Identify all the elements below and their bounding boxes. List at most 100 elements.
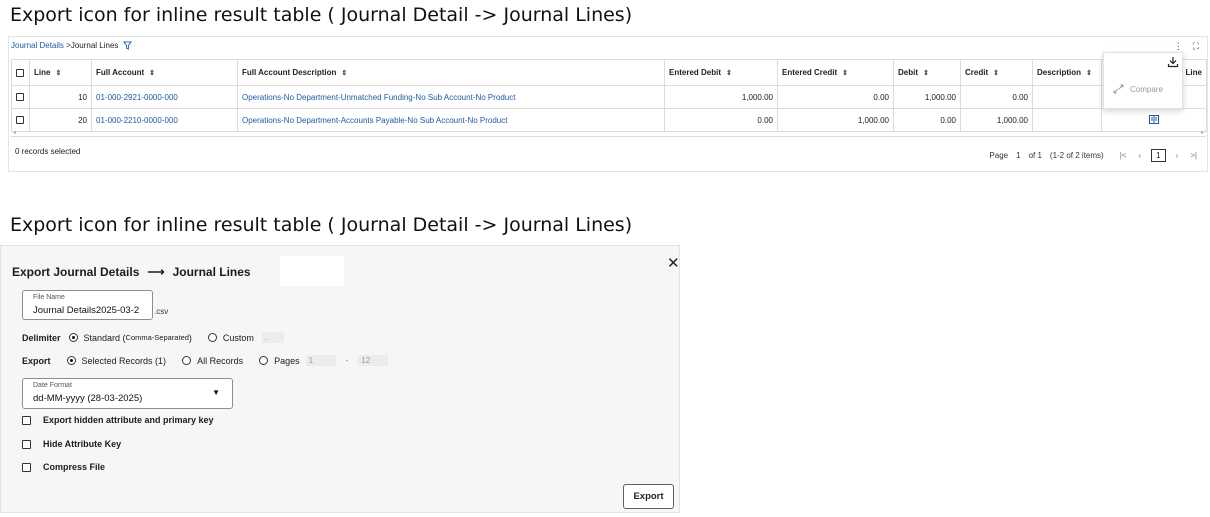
table-header-row: Line ⇕ Full Account ⇕ Full Account Descrip…: [11, 59, 1207, 86]
sort-icon[interactable]: ⇕: [1086, 69, 1092, 77]
export-pages-radio[interactable]: [259, 356, 269, 365]
fullscreen-icon[interactable]: ⛶: [1193, 41, 1199, 52]
delimiter-row: Delimiter Standard (Comma-Separated) Cus…: [22, 332, 284, 343]
export-selected-radio[interactable]: [66, 356, 76, 365]
delimiter-custom-option[interactable]: Custom: [207, 333, 254, 343]
export-scope-row: Export Selected Records (1) All Records …: [22, 355, 389, 366]
hide-attribute-key-option[interactable]: Hide Attribute Key: [22, 439, 121, 449]
page-label: Page: [989, 151, 1009, 160]
cell-entered-debit: 0.00: [664, 108, 778, 132]
cell-line: 10: [29, 85, 92, 109]
compress-file-option[interactable]: Compress File: [22, 462, 105, 472]
column-header-credit[interactable]: Credit ⇕: [960, 59, 1033, 86]
last-page-icon[interactable]: >|: [1190, 151, 1197, 160]
more-vertical-icon[interactable]: ⋮: [1174, 41, 1183, 52]
table-row[interactable]: 10 01-000-2921-0000-000 Operations-No De…: [11, 85, 1207, 109]
cell-description: [1032, 85, 1102, 109]
cell-credit: 0.00: [960, 85, 1033, 109]
cell-debit: 1,000.00: [893, 85, 961, 109]
cell-full-account-description[interactable]: Operations-No Department-Accounts Payabl…: [237, 108, 665, 132]
delimiter-standard-option[interactable]: Standard (Comma-Separated): [68, 333, 192, 343]
export-label: Export: [22, 355, 51, 366]
breadcrumb-journal-details[interactable]: Journal Details: [11, 41, 64, 50]
export-all-radio[interactable]: [182, 356, 192, 365]
breadcrumb-journal-lines: Journal Lines: [70, 41, 119, 50]
sort-icon[interactable]: ⇕: [726, 69, 732, 77]
pagination: Page 1 of 1 (1-2 of 2 items) |< ‹ 1 › >|: [981, 149, 1197, 162]
sort-icon[interactable]: ⇕: [149, 69, 155, 77]
select-all-checkbox[interactable]: [11, 59, 30, 86]
breadcrumb: Journal Details >Journal Lines: [11, 41, 132, 52]
sort-icon[interactable]: ⇕: [55, 69, 61, 77]
delimiter-standard-radio[interactable]: [68, 333, 78, 342]
cell-entered-debit: 1,000.00: [664, 85, 778, 109]
cell-credit: 1,000.00: [960, 108, 1033, 132]
delimiter-custom-radio[interactable]: [207, 333, 217, 342]
prev-page-icon[interactable]: ‹: [1138, 151, 1141, 160]
export-hidden-attribute-checkbox[interactable]: [22, 415, 31, 425]
first-page-icon[interactable]: |<: [1120, 151, 1127, 160]
sort-icon[interactable]: ⇕: [923, 69, 929, 77]
export-selected-option[interactable]: Selected Records (1): [66, 356, 166, 366]
date-format-select[interactable]: Date Format dd-MM-yyyy (28-03-2025) ▼: [22, 378, 233, 409]
current-page-button[interactable]: 1: [1151, 149, 1166, 162]
export-button[interactable]: Export: [623, 484, 674, 509]
cell-full-account[interactable]: 01-000-2210-0000-000: [91, 108, 238, 132]
journal-lines-table: Line ⇕ Full Account ⇕ Full Account Descrip…: [11, 59, 1207, 132]
column-header-line[interactable]: Line ⇕: [29, 59, 92, 86]
sort-icon[interactable]: ⇕: [842, 69, 848, 77]
cell-line-action: [1101, 108, 1207, 132]
arrow-right-icon: ⟶: [147, 265, 165, 279]
column-header-entered-debit[interactable]: Entered Debit ⇕: [664, 59, 778, 86]
row-checkbox[interactable]: [11, 85, 30, 109]
table-row[interactable]: 20 01-000-2210-0000-000 Operations-No De…: [11, 108, 1207, 132]
file-name-label: File Name: [33, 294, 65, 301]
breadcrumb-separator: >: [63, 41, 71, 50]
horizontal-scrollbar[interactable]: ◂ ▸: [11, 130, 1206, 137]
hide-attribute-key-checkbox[interactable]: [22, 439, 31, 449]
line-detail-icon[interactable]: [1149, 114, 1159, 126]
sort-icon[interactable]: ⇕: [993, 69, 999, 77]
dialog-title: Export Journal Details ⟶ Journal Lines: [12, 265, 251, 279]
pages-range-dash: -: [345, 356, 349, 365]
title-overlay-box: [280, 256, 344, 286]
date-format-label: Date Format: [33, 382, 72, 389]
compare-option[interactable]: Compare: [1113, 84, 1163, 94]
cell-entered-credit: 1,000.00: [777, 108, 894, 132]
column-header-full-account-description[interactable]: Full Account Description ⇕: [237, 59, 665, 86]
cell-description: [1032, 108, 1102, 132]
cell-full-account-description[interactable]: Operations-No Department-Unmatched Fundi…: [237, 85, 665, 109]
column-header-debit[interactable]: Debit ⇕: [893, 59, 961, 86]
file-extension: .csv: [154, 307, 169, 316]
page-items-range: (1-2 of 2 items): [1049, 151, 1104, 160]
next-page-icon[interactable]: ›: [1176, 151, 1179, 160]
cell-full-account[interactable]: 01-000-2921-0000-000: [91, 85, 238, 109]
journal-lines-panel: Journal Details >Journal Lines ⋮ ⛶ Line ⇕…: [8, 36, 1208, 172]
column-header-description[interactable]: Description ⇕: [1032, 59, 1102, 86]
page-of: of 1: [1028, 151, 1042, 160]
delimiter-label: Delimiter: [22, 332, 61, 343]
cell-line: 20: [29, 108, 92, 132]
custom-delimiter-input[interactable]: .: [261, 332, 284, 343]
caption-bottom: Export icon for inline result table ( Jo…: [10, 214, 633, 236]
export-dialog: Export Journal Details ⟶ Journal Lines ✕ F…: [0, 245, 680, 513]
column-header-entered-credit[interactable]: Entered Credit ⇕: [777, 59, 894, 86]
sort-icon[interactable]: ⇕: [341, 69, 347, 77]
file-name-field[interactable]: File Name Journal Details2025-03-2: [22, 290, 153, 320]
filter-icon[interactable]: [122, 41, 132, 52]
pages-from-input[interactable]: 1: [305, 355, 336, 366]
export-hidden-attribute-option[interactable]: Export hidden attribute and primary key: [22, 415, 214, 425]
export-popup: Compare: [1103, 52, 1183, 109]
chevron-down-icon[interactable]: ▼: [212, 388, 220, 397]
pages-to-input[interactable]: 12: [358, 355, 389, 366]
page-number: 1: [1016, 151, 1021, 160]
file-name-input[interactable]: Journal Details2025-03-2: [33, 305, 151, 316]
records-selected-text: 0 records selected: [15, 147, 81, 156]
close-icon[interactable]: ✕: [667, 254, 680, 272]
export-all-option[interactable]: All Records: [182, 356, 243, 366]
compare-icon: [1113, 84, 1124, 94]
export-pages-option[interactable]: Pages: [259, 356, 300, 366]
column-header-full-account[interactable]: Full Account ⇕: [91, 59, 238, 86]
download-icon[interactable]: [1167, 56, 1179, 70]
compress-file-checkbox[interactable]: [22, 462, 31, 472]
